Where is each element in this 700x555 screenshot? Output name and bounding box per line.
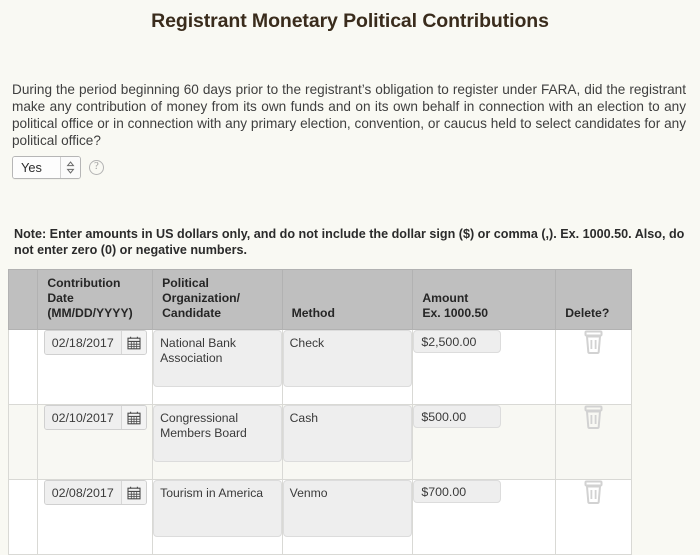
organization-textarea[interactable]: Congressional Members Board: [153, 405, 282, 462]
page-title: Registrant Monetary Political Contributi…: [151, 10, 549, 32]
column-header-delete: Delete?: [555, 269, 632, 330]
select-selected-value: Yes: [13, 157, 60, 178]
answer-row: Yes ?: [12, 156, 688, 179]
contributions-table: Contribution Date (MM/DD/YYYY) Political…: [7, 269, 632, 555]
method-textarea[interactable]: Check: [282, 330, 413, 387]
trash-icon[interactable]: [583, 330, 604, 354]
amount-input[interactable]: $2,500.00: [413, 330, 502, 353]
method-textarea[interactable]: Cash: [282, 405, 413, 462]
amount-entry-note: Note: Enter amounts in US dollars only, …: [14, 227, 685, 257]
chevron-up-down-icon[interactable]: [60, 157, 80, 178]
calendar-icon[interactable]: [120, 481, 146, 504]
table-body: 02/18/2017 National Bank Association Che…: [7, 329, 632, 555]
contribution-date-input[interactable]: 02/18/2017: [44, 331, 121, 354]
method-cell: Venmo: [281, 479, 414, 555]
delete-cell: [555, 404, 632, 480]
column-header-line2: Ex. 1000.50: [422, 306, 489, 320]
organization-cell: Congressional Members Board: [152, 404, 283, 480]
column-header-line1: Political Organization/: [162, 276, 240, 305]
organization-textarea[interactable]: Tourism in America: [153, 480, 282, 537]
column-header-method: Method: [281, 269, 414, 330]
column-header-handle: [7, 269, 39, 330]
column-header-contribution-date: Contribution Date (MM/DD/YYYY): [37, 269, 154, 330]
table-row: 02/08/2017 Tourism in America Venmo $700…: [7, 479, 632, 555]
column-header-line2: Delete?: [565, 306, 610, 320]
contributions-page: Registrant Monetary Political Contributi…: [0, 0, 700, 555]
organization-cell: National Bank Association: [152, 329, 283, 405]
contribution-date-cell: 02/08/2017: [37, 479, 154, 555]
method-textarea[interactable]: Venmo: [282, 480, 413, 537]
amount-cell: $2,500.00: [412, 329, 557, 405]
question-text: During the period beginning 60 days prio…: [12, 82, 686, 148]
method-cell: Check: [281, 329, 414, 405]
delete-cell: [555, 479, 632, 555]
amount-input[interactable]: $500.00: [413, 405, 502, 428]
amount-cell: $700.00: [412, 479, 557, 555]
calendar-icon[interactable]: [120, 406, 146, 429]
contributions-table-wrap: Contribution Date (MM/DD/YYYY) Political…: [0, 269, 700, 555]
contribution-date-input[interactable]: 02/10/2017: [44, 406, 121, 429]
row-handle-cell: [7, 329, 39, 405]
table-row: 02/10/2017 Congressional Members Board C…: [7, 404, 632, 480]
column-header-amount: Amount Ex. 1000.50: [412, 269, 557, 330]
organization-textarea[interactable]: National Bank Association: [153, 330, 282, 387]
trash-icon[interactable]: [583, 405, 604, 429]
contribution-date-picker[interactable]: 02/08/2017: [43, 480, 147, 505]
contribution-date-picker[interactable]: 02/18/2017: [43, 330, 147, 355]
column-header-line2: (MM/DD/YYYY): [47, 306, 133, 320]
table-header-row: Contribution Date (MM/DD/YYYY) Political…: [7, 269, 632, 330]
table-header: Contribution Date (MM/DD/YYYY) Political…: [7, 269, 632, 330]
contribution-date-input[interactable]: 02/08/2017: [44, 481, 121, 504]
contribution-date-cell: 02/10/2017: [37, 404, 154, 480]
help-circle-icon[interactable]: ?: [89, 160, 104, 175]
column-header-political-organization: Political Organization/ Candidate: [152, 269, 283, 330]
question-block: During the period beginning 60 days prio…: [0, 33, 700, 179]
amount-cell: $500.00: [412, 404, 557, 480]
row-handle-cell: [7, 404, 39, 480]
row-handle-cell: [7, 479, 39, 555]
contribution-date-cell: 02/18/2017: [37, 329, 154, 405]
trash-icon[interactable]: [583, 480, 604, 504]
delete-cell: [555, 329, 632, 405]
column-header-line2: Candidate: [162, 306, 222, 320]
contribution-date-picker[interactable]: 02/10/2017: [43, 405, 147, 430]
column-header-line1: Amount: [422, 291, 469, 305]
table-row: 02/18/2017 National Bank Association Che…: [7, 329, 632, 405]
calendar-icon[interactable]: [120, 331, 146, 354]
method-cell: Cash: [281, 404, 414, 480]
column-header-line1: Contribution Date: [47, 276, 121, 305]
amount-input[interactable]: $700.00: [413, 480, 502, 503]
column-header-line2: Method: [291, 306, 335, 320]
organization-cell: Tourism in America: [152, 479, 283, 555]
contribution-yesno-select[interactable]: Yes: [12, 156, 81, 179]
